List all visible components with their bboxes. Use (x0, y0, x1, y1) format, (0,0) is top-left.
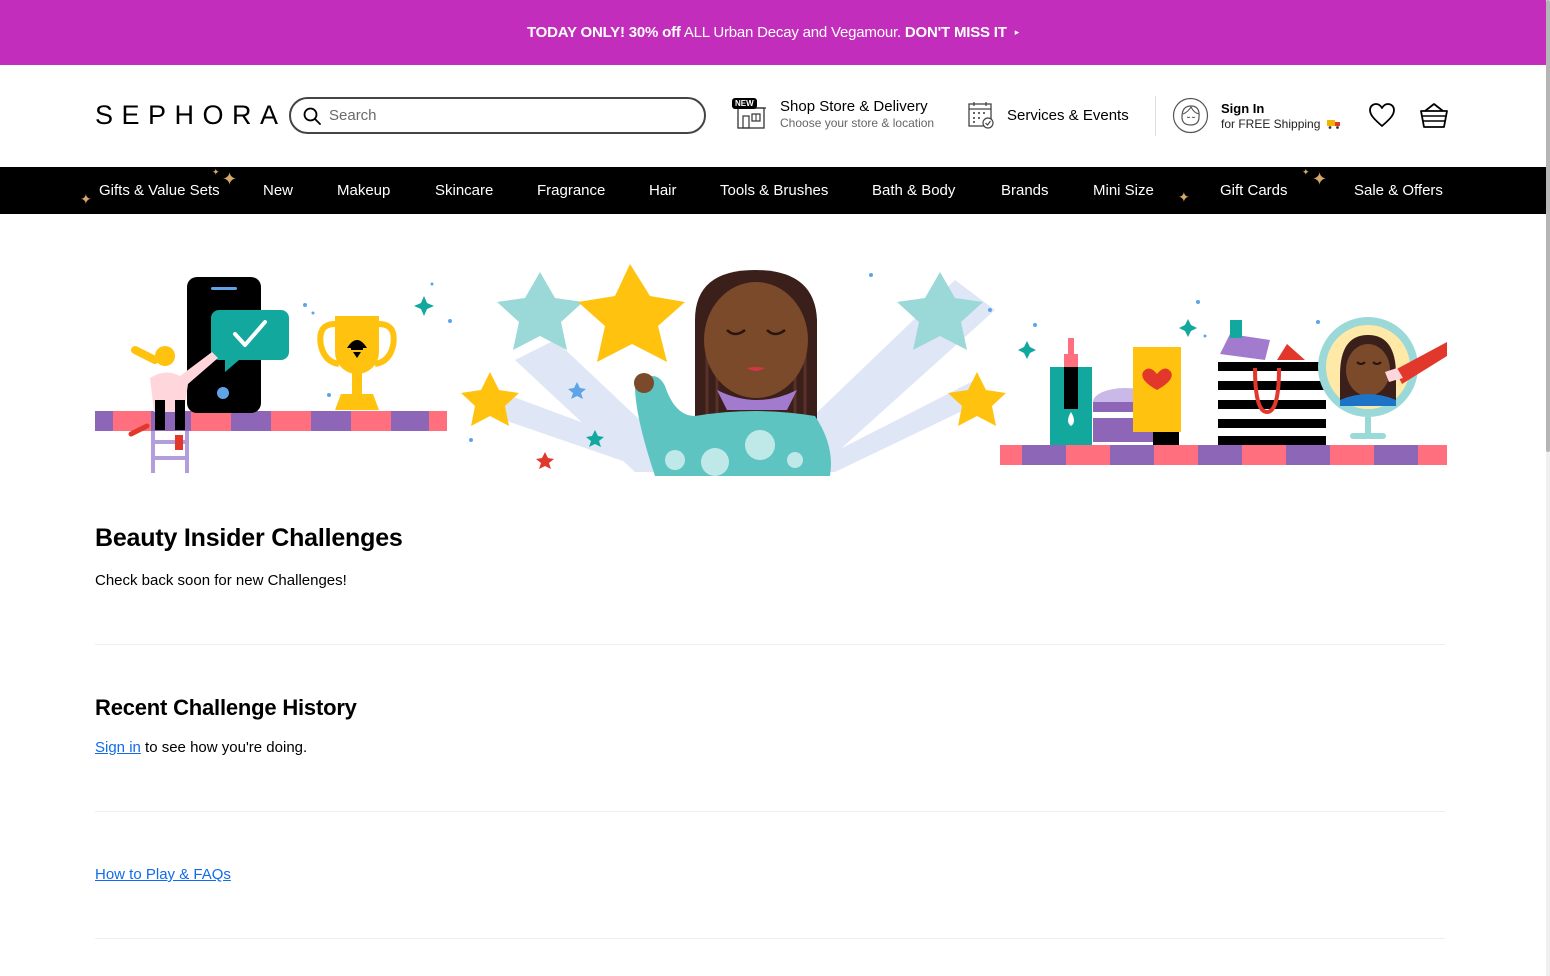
history-title: Recent Challenge History (95, 695, 357, 720)
sparkle-icon: ✦ (80, 191, 92, 207)
nav-sale-offers[interactable]: Sale & Offers (1354, 167, 1443, 214)
heart-icon[interactable] (1368, 102, 1396, 128)
trophy-illustration (317, 316, 397, 410)
promo-cta: DON'T MISS IT (904, 24, 1007, 41)
nav-new[interactable]: New (263, 167, 293, 214)
challenges-title: Beauty Insider Challenges (95, 524, 403, 552)
sephora-logo[interactable]: SEPHORA (95, 100, 287, 131)
faq-line: How to Play & FAQs (95, 866, 231, 883)
store-icon: NEW (732, 98, 768, 130)
nav-bath-body[interactable]: Bath & Body (872, 167, 955, 214)
promo-banner[interactable]: TODAY ONLY! 30% off ALL Urban Decay and … (0, 0, 1546, 65)
scrollbar[interactable] (1546, 0, 1550, 976)
shop-store-delivery[interactable]: NEW Shop Store & Delivery Choose your st… (732, 98, 934, 130)
header-divider (1155, 96, 1156, 136)
section-divider (95, 938, 1445, 939)
search-bar[interactable] (289, 97, 706, 134)
section-divider (95, 811, 1445, 812)
nav-gifts-value-sets[interactable]: Gifts & Value Sets (99, 167, 220, 214)
promo-bold-text: TODAY ONLY! 30% off (526, 24, 681, 41)
calendar-icon (968, 102, 994, 129)
left-sparkles (414, 296, 434, 316)
nav-brands[interactable]: Brands (1001, 167, 1049, 214)
right-shelf (1000, 445, 1447, 465)
shop-subtitle: Choose your store & location (780, 116, 935, 130)
truck-icon (1326, 119, 1340, 129)
history-text: Sign in to see how you're doing. (95, 739, 307, 756)
challenges-text: Check back soon for new Challenges! (95, 572, 347, 589)
nav-mini-size[interactable]: Mini Size (1093, 167, 1154, 214)
challenges-hero-illustration (95, 264, 1447, 476)
promo-text: ALL Urban Decay and Vegamour. (680, 24, 905, 41)
nav-tools-brushes[interactable]: Tools & Brushes (720, 167, 828, 214)
basket-icon[interactable] (1419, 101, 1449, 129)
scrollbar-thumb[interactable] (1546, 0, 1550, 452)
nav-fragrance[interactable]: Fragrance (537, 167, 605, 214)
shop-title: Shop Store & Delivery (780, 98, 928, 115)
sparkle-icon: ✦ (222, 169, 238, 189)
new-badge: NEW (732, 98, 757, 109)
nav-gift-cards[interactable]: Gift Cards (1220, 167, 1288, 214)
services-events[interactable]: Services & Events (967, 100, 1129, 130)
history-text-rest: to see how you're doing. (140, 739, 308, 756)
sign-in-title: Sign In (1221, 100, 1265, 116)
phone-illustration (187, 277, 289, 413)
main-nav: ✦ ✦ ✦ Gifts & Value Sets New Makeup Skin… (0, 167, 1546, 214)
services-title: Services & Events (1007, 106, 1129, 124)
avatar-icon (1172, 97, 1209, 134)
sparkle-icon: ✦ (1302, 167, 1310, 177)
search-input[interactable] (329, 107, 689, 124)
promo-arrow-icon: ▸ (1014, 27, 1020, 37)
how-to-play-faqs-link[interactable]: How to Play & FAQs (95, 866, 231, 883)
nav-makeup[interactable]: Makeup (337, 167, 390, 214)
section-divider (95, 644, 1445, 645)
nav-hair[interactable]: Hair (649, 167, 677, 214)
sign-in[interactable]: Sign In for FREE Shipping (1172, 97, 1341, 134)
mirror-illustration (1318, 317, 1447, 439)
sign-in-subtitle: for FREE Shipping (1221, 117, 1341, 131)
sparkle-icon: ✦ (1312, 169, 1328, 189)
products-illustration (1050, 320, 1326, 445)
nav-skincare[interactable]: Skincare (435, 167, 493, 214)
sparkle-icon: ✦ (1178, 189, 1190, 205)
sign-in-link[interactable]: Sign in (95, 739, 141, 756)
search-icon (303, 107, 321, 125)
